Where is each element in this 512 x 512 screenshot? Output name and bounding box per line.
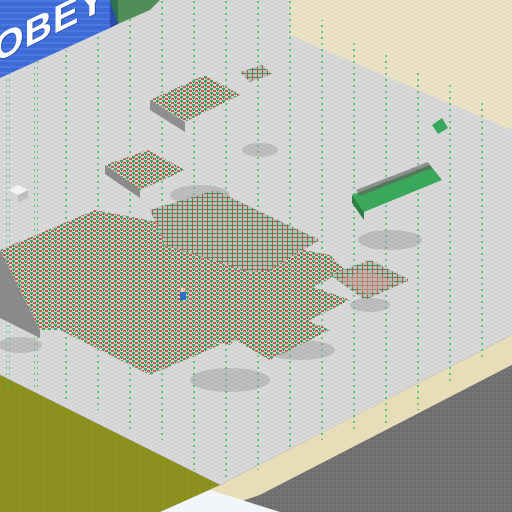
isometric-world xyxy=(0,0,512,512)
isometric-game-viewport[interactable]: OBEY xyxy=(0,0,512,512)
